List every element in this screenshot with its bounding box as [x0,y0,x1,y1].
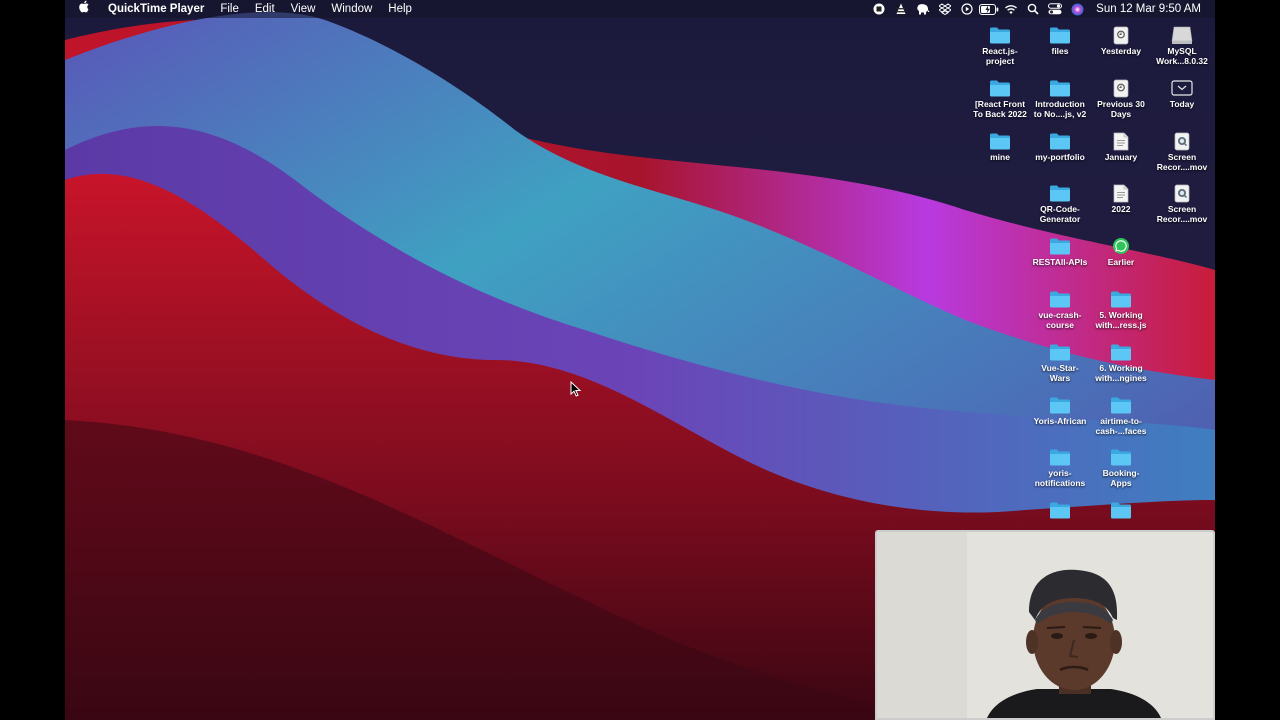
document-icon [1110,132,1132,150]
folder-icon [1049,79,1071,97]
folder-icon [1049,501,1071,519]
desktop-icon-item[interactable]: Introduction to No....js, v2 [1030,79,1090,119]
desktop-icon-item[interactable]: my-portfolio [1030,132,1090,162]
desktop-icon-item[interactable]: Yesterday [1091,26,1151,56]
folder-icon [1110,290,1132,308]
desktop-icon-item[interactable]: yoris- notifications [1030,448,1090,488]
desktop-icon-item[interactable]: QR-Code- Generator [1030,184,1090,224]
desktop-icon-label: Introduction to No....js, v2 [1033,98,1087,119]
folder-icon [989,26,1011,44]
desktop-screen: QuickTime Player File Edit View Window H… [65,0,1215,720]
folder-icon [1049,26,1071,44]
desktop-icon-item[interactable] [1091,501,1151,521]
desktop-icon-item[interactable]: Yoris-African [1030,396,1090,426]
folder-icon [1049,132,1071,150]
desktop-icon-item[interactable]: January [1091,132,1151,162]
folder-icon [1049,184,1071,202]
desktop-icon-label: React.js- project [982,46,1018,66]
folder-icon [1049,343,1071,361]
desktop-icon-label: Booking- Apps [1102,468,1140,489]
presenter-image [877,532,1213,718]
desktop-icon-label: Screen Recor....mov [1156,151,1208,172]
smart-folder-icon [1110,79,1132,98]
folder-icon [1110,396,1132,414]
desktop-icon-item[interactable]: RESTAll-APIs [1030,237,1090,267]
desktop-icon-label: 2022 [1111,204,1131,215]
desktop-icon-label: Screen Recor....mov [1156,204,1208,225]
desktop-icon-label: mine [990,151,1010,162]
desktop-icon-label: 6. Working with...ngines [1095,362,1147,383]
desktop-icon-item[interactable]: 6. Working with...ngines [1091,343,1151,383]
desktop-icon-item[interactable]: mine [970,132,1030,162]
desktop-icon-item[interactable] [1030,501,1090,521]
folder-icon [1049,237,1071,255]
folder-icon [989,79,1011,97]
folder-icon [1049,396,1071,414]
desktop-icon-label: Vue-Star- Wars [1041,362,1079,383]
desktop-icon-item[interactable]: 2022 [1091,184,1151,214]
desktop-icon-label: 5. Working with...ress.js [1095,310,1147,330]
desktop-icon-item[interactable]: Screen Recor....mov [1152,132,1212,172]
desktop-icon-label: RESTAll-APIs [1032,257,1088,268]
movie-file-icon [1171,132,1193,150]
smart-folder-icon [1110,26,1132,45]
folder-icon [1049,290,1071,308]
desktop-icon-label: yoris- notifications [1034,468,1086,489]
folder-icon [989,132,1011,150]
desktop-icon-label: files [1051,46,1069,56]
mouse-cursor-icon [570,381,582,397]
desktop-icon-label: QR-Code- Generator [1039,204,1081,225]
desktop-icon-item[interactable]: React.js- project [970,26,1030,66]
screenshot-folder-icon [1171,79,1193,97]
desktop-icon-item[interactable]: [React Front To Back 2022 [970,79,1030,119]
desktop-icon-item[interactable]: files [1030,26,1090,56]
webcam-overlay [875,530,1215,720]
desktop-icon-item[interactable]: Previous 30 Days [1091,79,1151,119]
desktop-icon-item[interactable]: Screen Recor....mov [1152,184,1212,224]
desktop-icon-item[interactable]: MySQL Work...8.0.32 [1152,26,1212,66]
folder-icon [1049,448,1071,466]
desktop-icon-label: Yoris-African [1033,415,1087,426]
desktop-icon-item[interactable]: 5. Working with...ress.js [1091,290,1151,330]
desktop-icon-item[interactable]: airtime-to- cash-...faces [1091,396,1151,436]
folder-icon [1110,343,1132,361]
desktop-icon-label: vue-crash- course [1038,310,1082,330]
movie-file-icon [1171,184,1193,203]
desktop-icon-item[interactable]: vue-crash- course [1030,290,1090,330]
document-icon [1110,184,1132,203]
desktop-icon-label: my-portfolio [1035,151,1085,162]
desktop-icon-label: airtime-to- cash-...faces [1095,415,1147,436]
desktop-icon-label: Previous 30 Days [1097,98,1145,119]
desktop-icon-label: Today [1169,98,1195,109]
desktop-icon-label: Earlier [1107,257,1135,268]
desktop-icon-label: January [1104,151,1138,162]
desktop-icon-label: Yesterday [1100,46,1142,56]
desktop-icon-label: [React Front To Back 2022 [973,98,1027,119]
desktop-icon-item[interactable]: Today [1152,79,1212,109]
desktop-icon-item[interactable]: Booking- Apps [1091,448,1151,488]
disk-image-icon [1171,26,1193,44]
desktop-icon-item[interactable]: Earlier [1091,237,1151,267]
folder-icon [1110,501,1132,519]
whatsapp-icon [1110,237,1132,255]
desktop-icon-item[interactable]: Vue-Star- Wars [1030,343,1090,383]
desktop-icon-label: MySQL Work...8.0.32 [1156,46,1208,66]
folder-icon [1110,448,1132,466]
